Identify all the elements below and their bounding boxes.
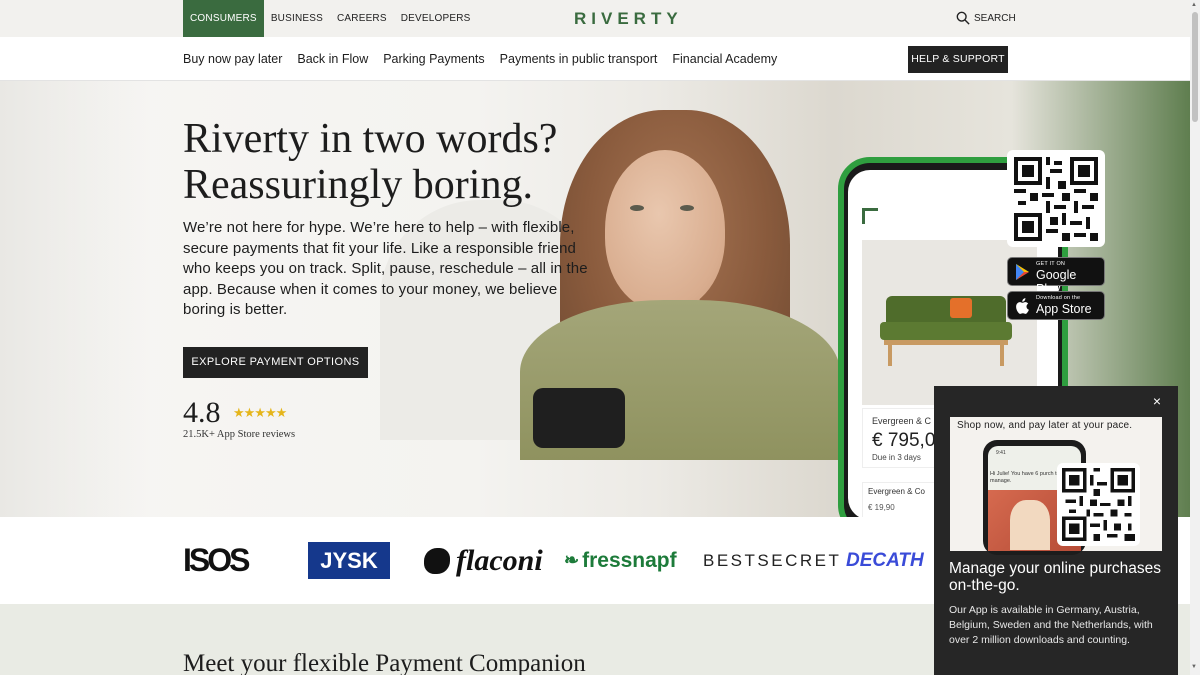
popup-title: Manage your online purchases on-the-go. <box>949 560 1161 594</box>
topnav-business[interactable]: BUSINESS <box>264 0 330 37</box>
partner-logo-jysk: JYSK <box>308 542 390 579</box>
scrollbar-thumb[interactable] <box>1192 12 1198 122</box>
qr-code-icon <box>1062 468 1135 541</box>
app-download-qr-code[interactable] <box>1007 150 1105 247</box>
riverty-logo[interactable]: RIVERTY <box>574 9 683 29</box>
app-store-label: App Store <box>1036 302 1092 316</box>
topnav-developers[interactable]: DEVELOPERS <box>394 0 478 37</box>
fressnapf-wordmark: fressnapf <box>582 548 677 572</box>
app-rating-value: 4.8 <box>183 396 221 429</box>
sofa-pillow <box>950 298 972 318</box>
sofa-seat <box>880 322 1012 340</box>
nav-buy-now-pay-later[interactable]: Buy now pay later <box>183 52 282 66</box>
qr-code-icon <box>1014 157 1098 241</box>
purchase-merchant-small: Evergreen & Co <box>868 487 925 496</box>
star-rating-icon: ★★★★★ <box>233 405 287 420</box>
riverty-mark-icon <box>862 208 878 224</box>
search-icon <box>956 11 970 25</box>
topnav-consumers[interactable]: CONSUMERS <box>183 0 264 37</box>
popup-phone-time: 9:41 <box>996 450 1006 456</box>
help-support-button[interactable]: HELP & SUPPORT <box>908 46 1008 73</box>
hero-backdrop <box>0 81 150 517</box>
nav-back-in-flow[interactable]: Back in Flow <box>297 52 368 66</box>
partner-logo-bestsecret: BESTSECRET <box>703 550 842 570</box>
search-button[interactable]: SEARCH <box>956 11 1016 25</box>
audience-nav: CONSUMERS BUSINESS CAREERS DEVELOPERS <box>183 0 478 37</box>
popup-phone-person <box>1010 500 1050 550</box>
nav-parking-payments[interactable]: Parking Payments <box>383 52 484 66</box>
close-icon[interactable]: × <box>1149 393 1165 409</box>
hero-title-line1: Riverty in two words? <box>183 116 558 162</box>
app-store-small: Download on the <box>1036 295 1081 301</box>
hero-photo-eye <box>680 205 694 211</box>
hero-title-line2: Reassuringly boring. <box>183 162 533 208</box>
sofa-leg <box>1000 344 1004 366</box>
google-play-icon <box>1016 264 1029 280</box>
scroll-down-icon[interactable]: ▼ <box>1191 664 1197 670</box>
purchase-amount-small: € 19,90 <box>868 503 895 512</box>
companion-heading: Meet your flexible Payment Companion <box>183 650 586 675</box>
popup-qr-code[interactable] <box>1057 463 1140 546</box>
nav-financial-academy[interactable]: Financial Academy <box>672 52 777 66</box>
partner-logo-decathlon: DECATH <box>846 549 924 571</box>
partner-logo-asos: ISOS <box>183 542 250 578</box>
app-rating-label: 21.5K+ App Store reviews <box>183 429 296 440</box>
search-label: SEARCH <box>974 12 1016 24</box>
scroll-up-icon[interactable]: ▲ <box>1191 2 1197 8</box>
hero-photo-face <box>605 150 725 310</box>
hero-photo-phone <box>533 388 625 448</box>
partner-logo-flaconi: flaconi <box>424 517 543 604</box>
google-play-badge[interactable]: GET IT ON Google Play <box>1007 257 1105 296</box>
nav-public-transport[interactable]: Payments in public transport <box>500 52 658 66</box>
flaconi-mark-icon <box>424 547 450 574</box>
popup-body: Our App is available in Germany, Austria… <box>949 604 1153 646</box>
apple-icon <box>1016 298 1029 314</box>
hero-title: Riverty in two words? Reassuringly borin… <box>183 116 557 208</box>
partner-logo-fressnapf: ❧ fressnapf <box>564 517 677 604</box>
popup-tagline: Shop now, and pay later at your pace. <box>957 420 1133 431</box>
google-play-small: GET IT ON <box>1036 261 1066 267</box>
popup-phone-greeting: Hi Julie! You have 6 purch to manage. <box>990 471 1060 484</box>
hero-photo-eye <box>630 205 644 211</box>
topnav-careers[interactable]: CAREERS <box>330 0 394 37</box>
hero-description: We’re not here for hype. We’re here to h… <box>183 219 588 318</box>
explore-payment-options-button[interactable]: EXPLORE PAYMENT OPTIONS <box>183 347 368 378</box>
flaconi-wordmark: flaconi <box>456 543 543 577</box>
paw-icon: ❧ <box>564 550 580 570</box>
purchase-due: Due in 3 days <box>872 453 921 462</box>
purchase-merchant: Evergreen & C <box>872 416 932 426</box>
app-store-badge[interactable]: Download on the App Store <box>1007 291 1105 320</box>
sofa-leg <box>888 344 892 366</box>
main-nav: Buy now pay later Back in Flow Parking P… <box>0 37 1190 81</box>
sofa-frame <box>884 340 1008 345</box>
purchase-amount: € 795,0 <box>872 430 936 451</box>
